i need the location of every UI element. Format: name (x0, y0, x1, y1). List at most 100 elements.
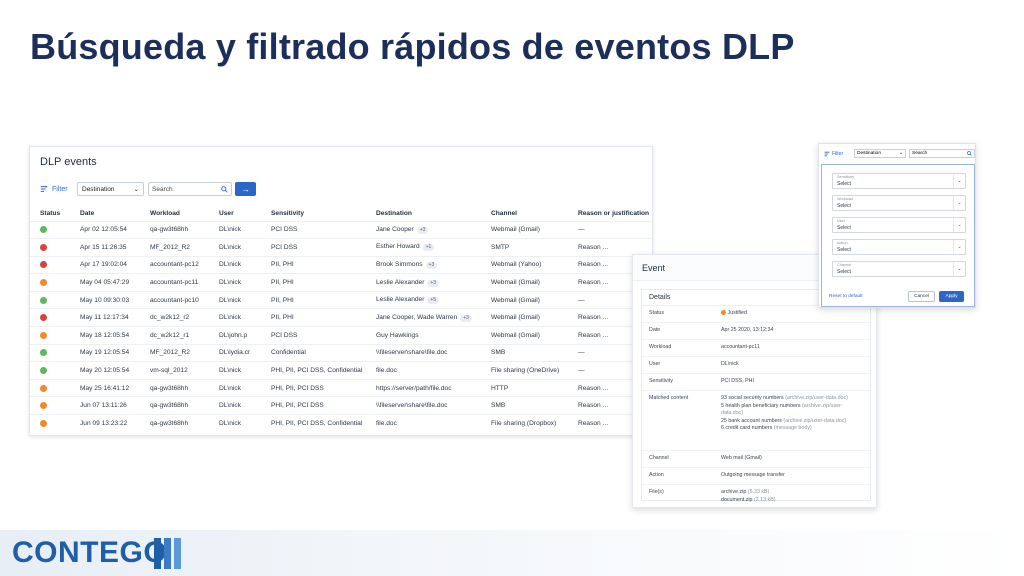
column-header[interactable]: User (209, 207, 261, 221)
more-recipients-badge[interactable]: +5 (427, 297, 440, 305)
table-row[interactable]: May 25 16:41:12 qa-gw3t68hh DL\nick PHI, PI… (30, 378, 654, 397)
destination-value: Leslie Alexander (376, 296, 425, 304)
channel-cell: Webmail (Gmail) (481, 290, 568, 309)
destination-value: file.doc (376, 367, 397, 375)
status-cell (30, 378, 70, 397)
workload-value: MF_2012_R2 (150, 243, 190, 251)
table-row[interactable]: Jun 07 13:11:26 qa-gw3t68hh DL\nick PHI, PI… (30, 396, 654, 415)
reason-value: — (578, 367, 585, 375)
more-recipients-badge[interactable]: +3 (425, 261, 438, 269)
search-input[interactable]: Search (148, 182, 232, 196)
user-value: DL\nick (219, 261, 241, 269)
reason-value: Reason ... (578, 331, 609, 339)
destination-select[interactable]: Destination ⌄ (854, 149, 906, 158)
filter-panel: Filter Destination ⌄ Search Sensitivity … (818, 143, 976, 308)
channel-value: HTTP (491, 384, 509, 392)
more-recipients-badge[interactable]: +3 (427, 279, 440, 287)
file-link[interactable]: archive.zip (721, 489, 746, 495)
destination-cell: Esther Howard +1 (366, 238, 481, 257)
reset-to-default-link[interactable]: Reset to default (829, 294, 863, 299)
filter-label: Filter (832, 150, 844, 157)
date-value: Jun 09 13:23:22 (80, 420, 128, 428)
destination-value: \\fileserver\share\file.doc (376, 402, 448, 410)
workload-select[interactable]: Workload Select ⌄ (832, 195, 966, 211)
matched-source: (archive.zip/user-data.doc) (781, 417, 847, 424)
column-header[interactable]: Destination (366, 207, 481, 221)
table-row[interactable]: Apr 15 11:26:35 MF_2012_R2 DL\nick PCI DSS E… (30, 238, 654, 257)
date-value: May 25 16:41:12 (80, 384, 130, 392)
detail-row-sensitivity: Sensitivity PCI DSS, PHI (642, 374, 870, 391)
destination-cell: Leslie Alexander +3 (366, 273, 481, 292)
search-input[interactable]: Search (909, 149, 975, 158)
sensitivity-cell: PCI DSS (261, 326, 366, 345)
reason-value: Reason ... (578, 420, 609, 428)
destination-cell: Guy Hawkings (366, 326, 481, 345)
date-cell: Apr 17 19:02:04 (70, 255, 140, 274)
date-value: May 11 12:17:34 (80, 314, 129, 322)
column-header[interactable]: Sensitivity (261, 207, 366, 221)
matched-main: 6 credit card numbers (721, 425, 773, 431)
destination-cell: Brook Simmons +3 (366, 255, 481, 274)
user-cell: DL\nick (209, 396, 261, 415)
user-select[interactable]: User Select ⌄ (832, 217, 966, 233)
table-row[interactable]: Apr 17 19:02:04 accountant-pc12 DL\nick PII… (30, 255, 654, 274)
sensitivity-select[interactable]: Sensitivity Select ⌄ (832, 173, 966, 189)
file-size: (5.33 kB) (747, 489, 770, 495)
more-recipients-badge[interactable]: +3 (416, 226, 429, 234)
destination-select-value: Destination (857, 151, 881, 156)
chevron-down-icon: ⌄ (953, 262, 965, 276)
date-value: May 20 12:05:54 (80, 367, 130, 375)
channel-select[interactable]: Channel Select ⌄ (832, 261, 966, 277)
table-row[interactable]: May 19 12:05:54 MF_2012_R2 DL\lydia.cr Conf… (30, 343, 654, 362)
workload-cell: qa-gw3t68hh (140, 414, 209, 433)
sensitivity-cell: PHI, PII, PCI DSS, Confidential (261, 414, 366, 433)
reason-value: — (578, 296, 585, 304)
filter-button[interactable]: Filter (40, 185, 74, 193)
column-header[interactable]: Reason or justification (568, 207, 654, 221)
status-cell (30, 326, 70, 345)
search-go-button[interactable]: → (235, 182, 256, 196)
column-header[interactable]: Date (70, 207, 140, 221)
apply-button[interactable]: Apply (939, 291, 964, 302)
table-row[interactable]: Apr 02 12:05:54 qa-gw3t68hh DL\nick PCI DSS… (30, 220, 654, 239)
channel-value: Webmail (Yahoo) (491, 261, 542, 269)
table-row[interactable]: May 10 09:30:03 accountant-pc10 DL\nick PII… (30, 290, 654, 309)
user-cell: DL\nick (209, 308, 261, 327)
action-select[interactable]: Action Select ⌄ (832, 239, 966, 255)
status-red-icon (40, 243, 47, 251)
workload-value: vm-sql_2012 (150, 367, 188, 375)
search-placeholder: Search (152, 185, 173, 193)
more-recipients-badge[interactable]: +1 (422, 244, 435, 252)
file-link[interactable]: document.zip (721, 497, 753, 503)
channel-value: Webmail (Gmail) (491, 226, 540, 234)
column-header[interactable]: Workload (140, 207, 209, 221)
destination-cell: Jane Cooper, Wade Warren +3 (366, 308, 481, 327)
column-header[interactable]: Status (30, 207, 70, 221)
user-value: DL\nick (219, 314, 241, 322)
more-recipients-badge[interactable]: +3 (460, 314, 472, 322)
details-card: Details Status Justified Date Apr 25 202… (641, 289, 871, 503)
cancel-button[interactable]: Cancel (908, 291, 935, 302)
filter-label: Filter (52, 185, 68, 193)
date-cell: Jun 07 13:11:26 (70, 396, 140, 415)
date-value: Apr 17 19:02:04 (80, 261, 127, 269)
filter-button[interactable]: Filter (824, 151, 854, 157)
reason-value: — (578, 349, 585, 357)
table-row[interactable]: May 20 12:05:54 vm-sql_2012 DL\nick PHI, PI… (30, 361, 654, 380)
table-row[interactable]: May 04 05:47:29 accountant-pc11 DL\nick PII… (30, 273, 654, 292)
sensitivity-cell: PII, PHI (261, 308, 366, 327)
user-cell: DL\nick (209, 414, 261, 433)
workload-value: qa-gw3t68hh (150, 226, 189, 234)
status-green-icon (40, 296, 47, 304)
table-row[interactable]: Jun 09 13:23:22 qa-gw3t68hh DL\nick PHI, PI… (30, 414, 654, 433)
date-cell: May 04 05:47:29 (70, 273, 140, 292)
destination-select[interactable]: Destination ⌄ (77, 182, 144, 196)
table-row[interactable]: May 11 12:17:34 dc_w2k12_r2 DL\nick PII, PH… (30, 308, 654, 327)
column-header[interactable]: Channel (481, 207, 568, 221)
events-table-body: Apr 02 12:05:54 qa-gw3t68hh DL\nick PCI DSS… (30, 220, 654, 433)
user-cell: DL\nick (209, 220, 261, 239)
table-row[interactable]: May 18 12:05:54 dc_w2k12_r1 DL\john.p PCI D… (30, 326, 654, 345)
detail-key: Date (649, 327, 661, 333)
date-value: May 10 09:30:03 (80, 296, 130, 304)
workload-cell: vm-sql_2012 (140, 361, 209, 380)
